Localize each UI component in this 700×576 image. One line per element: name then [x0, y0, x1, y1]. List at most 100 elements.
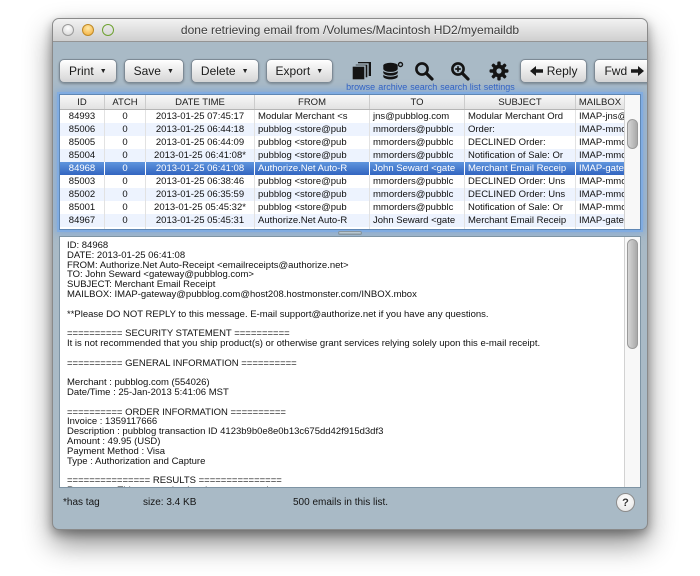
cell-subject: Merchant Email Receip	[465, 214, 576, 227]
has-tag-note: *has tag	[63, 497, 100, 508]
email-row[interactable]: 84993 0 2013-01-25 07:45:17 Modular Merc…	[60, 110, 625, 124]
title-bar[interactable]: done retrieving email from /Volumes/Maci…	[53, 19, 647, 42]
search-list-button[interactable]: search list	[440, 61, 481, 92]
zoom-button[interactable]	[102, 24, 114, 36]
cell-atch: 0	[105, 110, 146, 124]
column-header-id[interactable]: ID	[60, 95, 105, 110]
cell-to: mmorders@pubblc	[370, 201, 465, 214]
email-row[interactable]: 85002 0 2013-01-25 06:35:59 pubblog <sto…	[60, 188, 625, 201]
cell-from: pubblog <store@pub	[255, 175, 370, 188]
email-row[interactable]: 85004 0 2013-01-25 06:41:08* pubblog <st…	[60, 149, 625, 162]
message-detail-pane[interactable]: ID: 84968DATE: 2013-01-25 06:41:08FROM: …	[59, 236, 641, 488]
cell-id: 84968	[60, 162, 105, 175]
cell-atch: 0	[105, 136, 146, 149]
email-row[interactable]: 85006 0 2013-01-25 06:44:18 pubblog <sto…	[60, 123, 625, 136]
detail-line	[67, 319, 621, 329]
archive-button[interactable]: archive	[378, 61, 407, 92]
settings-button[interactable]: settings	[484, 61, 515, 92]
print-label: Print	[69, 64, 94, 78]
help-button[interactable]: ?	[616, 493, 635, 512]
size-label: size: 3.4 KB	[143, 497, 196, 508]
email-list-scrollbar-thumb[interactable]	[627, 119, 638, 149]
fwd-button[interactable]: Fwd	[594, 59, 648, 83]
column-header-datetime[interactable]: DATE TIME	[146, 95, 255, 110]
cell-from: pubblog <store@pub	[255, 123, 370, 136]
email-row[interactable]: 85003 0 2013-01-25 06:38:46 pubblog <sto…	[60, 175, 625, 188]
gear-icon	[488, 61, 510, 82]
detail-line: Invoice : 1359117666	[67, 417, 621, 427]
cell-subject: Notification of Sale: Or	[465, 201, 576, 214]
column-header-to[interactable]: TO	[370, 95, 465, 110]
cell-to: jns@pubblog.com	[370, 110, 465, 124]
icon-toolbar: browse archive	[346, 61, 518, 92]
detail-line: Merchant : pubblog.com (554026)	[67, 378, 621, 388]
cell-to: mmorders@pubblc	[370, 123, 465, 136]
search-button[interactable]: search	[410, 61, 437, 92]
column-header-atch[interactable]: ATCH	[105, 95, 146, 110]
cell-from: pubblog <store@pub	[255, 201, 370, 214]
cell-id: 85003	[60, 175, 105, 188]
message-detail-text: ID: 84968DATE: 2013-01-25 06:41:08FROM: …	[67, 241, 621, 487]
cell-from: Modular Merchant <s	[255, 110, 370, 124]
cell-id: 85002	[60, 188, 105, 201]
email-list-scrollbar[interactable]	[624, 95, 640, 229]
cell-subject: Order:	[465, 123, 576, 136]
splitter-grip-icon[interactable]	[338, 231, 362, 235]
archive-icon	[381, 61, 404, 82]
traffic-lights	[62, 24, 114, 36]
cell-atch: 0	[105, 214, 146, 227]
cell-to: John Seward <gate	[370, 162, 465, 175]
cell-from: Authorize.Net Auto-R	[255, 162, 370, 175]
detail-line: ========== ORDER INFORMATION ==========	[67, 408, 621, 418]
detail-line	[67, 368, 621, 378]
detail-line: ========== SECURITY STATEMENT ==========	[67, 329, 621, 339]
delete-button[interactable]: Delete ▼	[191, 59, 259, 83]
cell-mailbox: IMAP-mmorders@publ	[576, 149, 625, 162]
detail-line: Date/Time : 25-Jan-2013 5:41:06 MST	[67, 388, 621, 398]
column-header-subject[interactable]: SUBJECT	[465, 95, 576, 110]
email-row[interactable]: 84968 0 2013-01-25 06:41:08 Authorize.Ne…	[60, 162, 625, 175]
cell-to: mmorders@pubblc	[370, 188, 465, 201]
detail-line: Payment Method : Visa	[67, 447, 621, 457]
detail-line	[67, 466, 621, 476]
print-button[interactable]: Print ▼	[59, 59, 117, 83]
search-plus-icon	[449, 61, 471, 82]
cell-mailbox: IMAP-gateway@pubbl	[576, 214, 625, 227]
cell-datetime: 2013-01-25 05:45:31	[146, 214, 255, 227]
detail-line: It is not recommended that you ship prod…	[67, 339, 621, 349]
cell-datetime: 2013-01-25 06:41:08*	[146, 149, 255, 162]
email-table-body: 84993 0 2013-01-25 07:45:17 Modular Merc…	[60, 110, 625, 231]
cell-subject: Merchant Email Receip	[465, 162, 576, 175]
detail-line	[67, 349, 621, 359]
chevron-down-icon: ▼	[167, 68, 174, 75]
search-list-label: search list	[440, 82, 481, 92]
column-header-from[interactable]: FROM	[255, 95, 370, 110]
email-row[interactable]: 85005 0 2013-01-25 06:44:09 pubblog <sto…	[60, 136, 625, 149]
cell-from: Authorize.Net Auto-R	[255, 214, 370, 227]
reply-label: Reply	[547, 64, 578, 78]
close-button[interactable]	[62, 24, 74, 36]
detail-line	[67, 398, 621, 408]
detail-scrollbar-thumb[interactable]	[627, 239, 638, 349]
cell-to: mmorders@pubblc	[370, 136, 465, 149]
column-header-mailbox[interactable]: MAILBOX	[576, 95, 625, 110]
email-row[interactable]: 85001 0 2013-01-25 05:45:32* pubblog <st…	[60, 201, 625, 214]
email-row[interactable]: 84967 0 2013-01-25 05:45:31 Authorize.Ne…	[60, 214, 625, 227]
reply-button[interactable]: Reply	[520, 59, 588, 83]
save-button[interactable]: Save ▼	[124, 59, 184, 83]
fwd-arrow-icon	[631, 66, 644, 76]
search-icon	[413, 61, 435, 82]
browse-button[interactable]: browse	[346, 61, 375, 92]
detail-line: TO: John Seward <gateway@pubblog.com>	[67, 270, 621, 280]
email-table-header-row: ID ATCH DATE TIME FROM TO SUBJECT MAILBO…	[60, 95, 625, 110]
email-count-label: 500 emails in this list.	[293, 497, 388, 508]
detail-line: =============== RESULTS ===============	[67, 476, 621, 486]
cell-atch: 0	[105, 149, 146, 162]
minimize-button[interactable]	[82, 24, 94, 36]
reply-arrow-icon	[530, 66, 543, 76]
cell-from: pubblog <store@pub	[255, 188, 370, 201]
detail-scrollbar[interactable]	[624, 237, 640, 487]
email-list: ID ATCH DATE TIME FROM TO SUBJECT MAILBO…	[59, 94, 641, 230]
cell-atch: 0	[105, 123, 146, 136]
export-button[interactable]: Export ▼	[266, 59, 334, 83]
